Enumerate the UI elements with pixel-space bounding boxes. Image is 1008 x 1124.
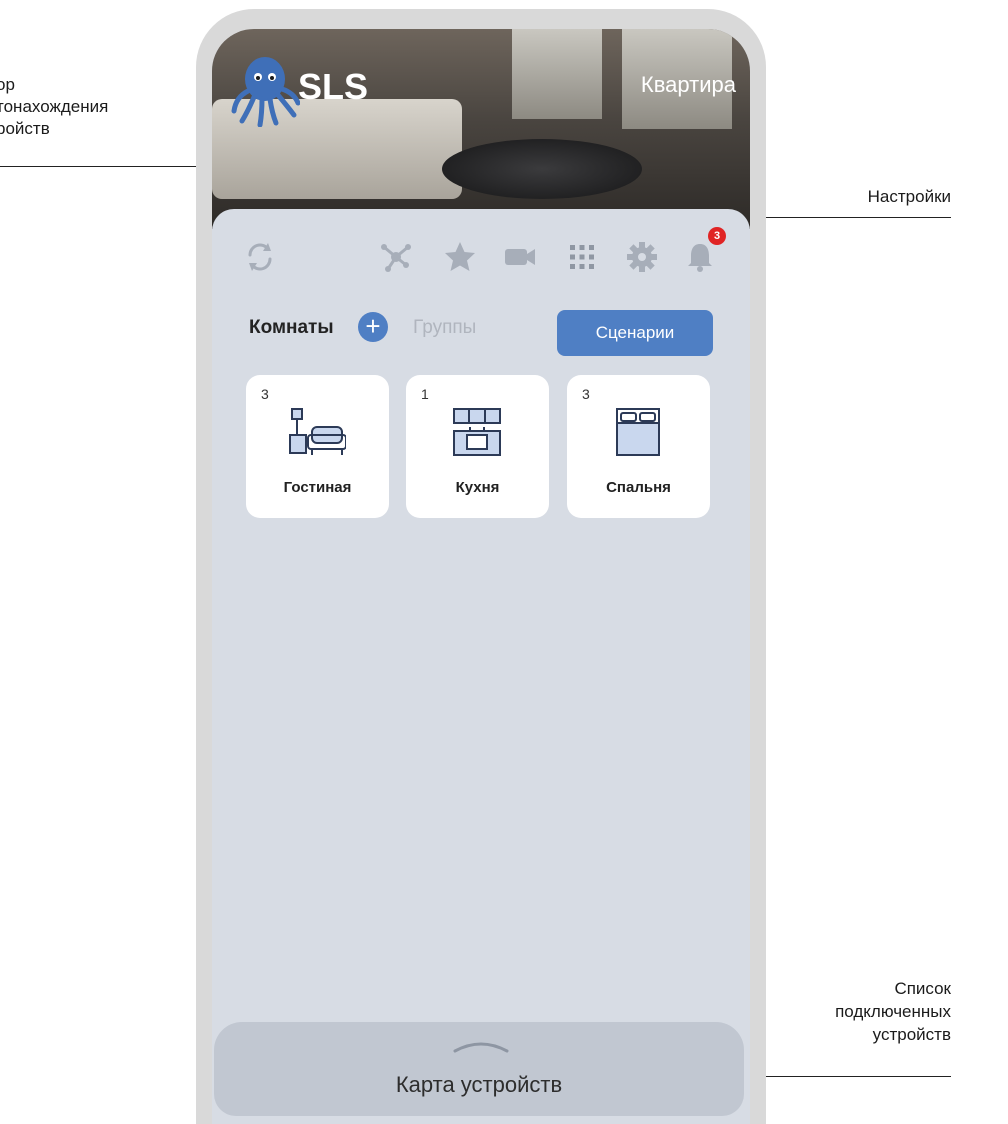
kitchen-icon <box>453 408 501 456</box>
room-device-count: 1 <box>421 386 429 402</box>
star-icon[interactable] <box>442 239 478 275</box>
chevron-up-icon[interactable] <box>451 1037 511 1055</box>
location-selector[interactable]: Квартира <box>641 72 736 98</box>
annotation-line-1: ор <box>0 75 15 94</box>
room-card-bedroom[interactable]: 3 Спальня <box>567 375 710 518</box>
tab-groups[interactable]: Группы <box>413 317 476 339</box>
device-map-label[interactable]: Карта устройств <box>214 1072 744 1098</box>
app-screen: SLS Квартира 3 Комнаты + Группы Сценарии… <box>212 29 750 1124</box>
window-decor <box>512 29 602 119</box>
device-map-drawer[interactable]: Карта устройств <box>214 1022 744 1116</box>
annotation-line-1: Список <box>894 979 951 998</box>
annotation-line-3: ройств <box>0 119 50 138</box>
annotation-devices-list: Список подключенных устройств <box>835 977 951 1046</box>
bedroom-icon <box>616 408 660 456</box>
room-card-living-room[interactable]: 3 Гостиная <box>246 375 389 518</box>
phone-frame: SLS Квартира 3 Комнаты + Группы Сценарии… <box>196 9 766 1124</box>
gear-icon[interactable] <box>624 239 660 275</box>
network-icon[interactable] <box>378 239 414 275</box>
living-room-icon <box>289 408 346 455</box>
tab-rooms[interactable]: Комнаты <box>249 317 334 339</box>
grid-icon[interactable] <box>564 239 600 275</box>
add-room-button[interactable]: + <box>358 312 388 342</box>
brand-name: SLS <box>298 66 369 107</box>
annotation-settings: Настройки <box>867 187 951 206</box>
annotation-line-2: тонахождения <box>0 97 109 116</box>
room-device-count: 3 <box>261 386 269 402</box>
annotation-line-2: подключенных <box>835 1002 951 1021</box>
room-card-kitchen[interactable]: 1 Кухня <box>406 375 549 518</box>
refresh-icon[interactable] <box>242 239 278 275</box>
scenarios-button[interactable]: Сценарии <box>557 310 713 356</box>
bell-icon[interactable] <box>682 239 718 275</box>
camera-icon[interactable] <box>502 239 538 275</box>
room-device-count: 3 <box>582 386 590 402</box>
annotation-location-selector: ор тонахождения ройств <box>0 74 108 140</box>
annotation-pointer-left <box>0 166 212 167</box>
table-decor <box>442 139 642 199</box>
octopus-logo-icon[interactable] <box>230 51 300 127</box>
notification-badge: 3 <box>708 227 726 245</box>
annotation-line-3: устройств <box>872 1025 951 1044</box>
room-name: Гостиная <box>283 479 352 496</box>
room-name: Кухня <box>455 479 500 496</box>
room-name: Спальня <box>606 479 671 496</box>
